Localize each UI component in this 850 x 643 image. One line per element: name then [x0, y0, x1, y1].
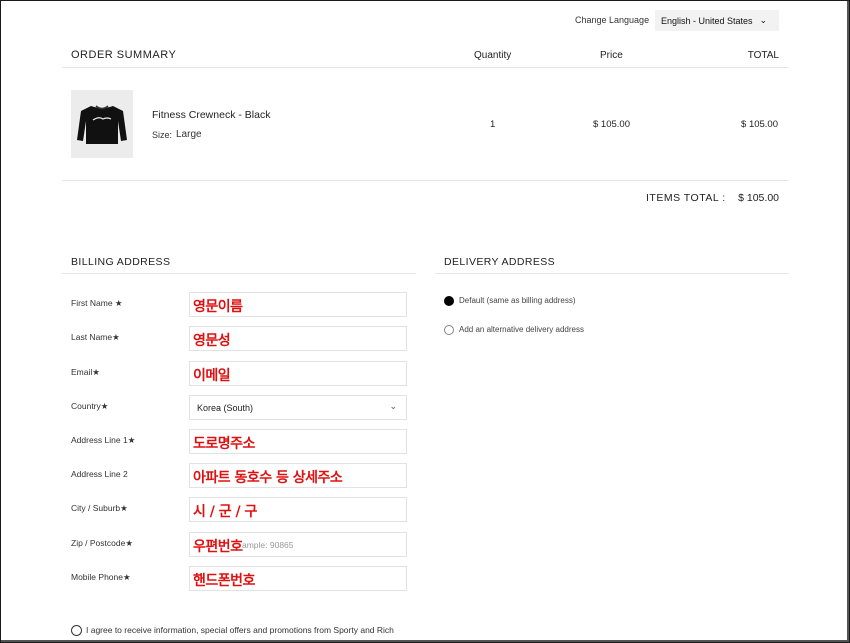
agree-promotions-radio[interactable] [71, 625, 82, 636]
first-name-annotation: 영문이름 [193, 299, 243, 315]
product-quantity: 1 [490, 119, 496, 130]
total-column-header: TOTAL [747, 50, 779, 61]
address-line-1-annotation: 도로명주소 [193, 436, 255, 452]
mobile-phone-label: Mobile Phone★ [71, 572, 131, 582]
address-line-2-annotation: 아파트 동호수 등 상세주소 [193, 470, 343, 486]
email-label: Email★ [71, 367, 100, 377]
first-name-field[interactable]: 영문이름 [189, 292, 407, 317]
email-annotation: 이메일 [193, 368, 231, 384]
postcode-annotation: 우편번호 [193, 539, 243, 555]
alternative-delivery-radio[interactable] [444, 325, 454, 335]
last-name-field[interactable]: 영문성 [189, 326, 407, 351]
divider [62, 273, 416, 274]
product-name[interactable]: Fitness Crewneck - Black [152, 109, 270, 121]
delivery-address-title: DELIVERY ADDRESS [444, 256, 556, 268]
divider [435, 273, 789, 274]
first-name-label: First Name ★ [71, 298, 123, 308]
alternative-delivery-label[interactable]: Add an alternative delivery address [459, 325, 584, 334]
items-total-label: ITEMS TOTAL : [646, 192, 726, 204]
chevron-down-icon: ⌄ [759, 15, 767, 25]
postcode-field[interactable]: ample: 90865 우편번호 [189, 532, 407, 557]
last-name-label: Last Name★ [71, 332, 120, 342]
address-line-1-field[interactable]: 도로명주소 [189, 429, 407, 454]
city-label: City / Suburb★ [71, 503, 128, 513]
black-crewneck-sweatshirt-icon [71, 90, 133, 158]
email-field[interactable]: 이메일 [189, 361, 407, 386]
product-image[interactable] [71, 90, 133, 158]
default-delivery-label[interactable]: Default (same as billing address) [459, 296, 576, 305]
order-summary-header: ORDER SUMMARY Quantity Price TOTAL [62, 45, 789, 68]
product-total: $ 105.00 [741, 119, 778, 130]
quantity-column-header: Quantity [474, 50, 512, 61]
mobile-phone-annotation: 핸드폰번호 [193, 573, 255, 589]
postcode-placeholder: ample: 90865 [242, 540, 294, 550]
billing-address-title: BILLING ADDRESS [71, 256, 171, 268]
address-line-2-field[interactable]: 아파트 동호수 등 상세주소 [189, 463, 407, 488]
product-size-value: Large [176, 129, 202, 140]
divider [62, 180, 789, 181]
chevron-down-icon: ⌄ [389, 401, 397, 411]
city-annotation: 시 / 군 / 구 [193, 504, 257, 520]
agree-promotions-label[interactable]: I agree to receive information, special … [86, 625, 394, 635]
address-line-1-label: Address Line 1★ [71, 435, 136, 445]
order-summary-title: ORDER SUMMARY [71, 49, 177, 61]
items-total-value: $ 105.00 [738, 192, 779, 204]
product-size-label: Size: [152, 130, 173, 140]
product-price: $ 105.00 [593, 119, 630, 130]
mobile-phone-field[interactable]: 핸드폰번호 [189, 566, 407, 591]
language-selected-value: English - United States [661, 15, 753, 26]
price-column-header: Price [600, 50, 623, 61]
city-field[interactable]: 시 / 군 / 구 [189, 497, 407, 522]
language-select[interactable]: English - United States ⌄ [655, 10, 779, 31]
last-name-annotation: 영문성 [193, 333, 231, 349]
change-language-label: Change Language [575, 15, 650, 25]
postcode-label: Zip / Postcode★ [71, 538, 133, 548]
country-label: Country★ [71, 401, 109, 411]
country-selected-value: Korea (South) [197, 403, 254, 413]
country-select[interactable]: Korea (South) ⌄ [189, 395, 407, 420]
default-delivery-radio[interactable] [444, 296, 454, 306]
address-line-2-label: Address Line 2 [71, 469, 128, 479]
